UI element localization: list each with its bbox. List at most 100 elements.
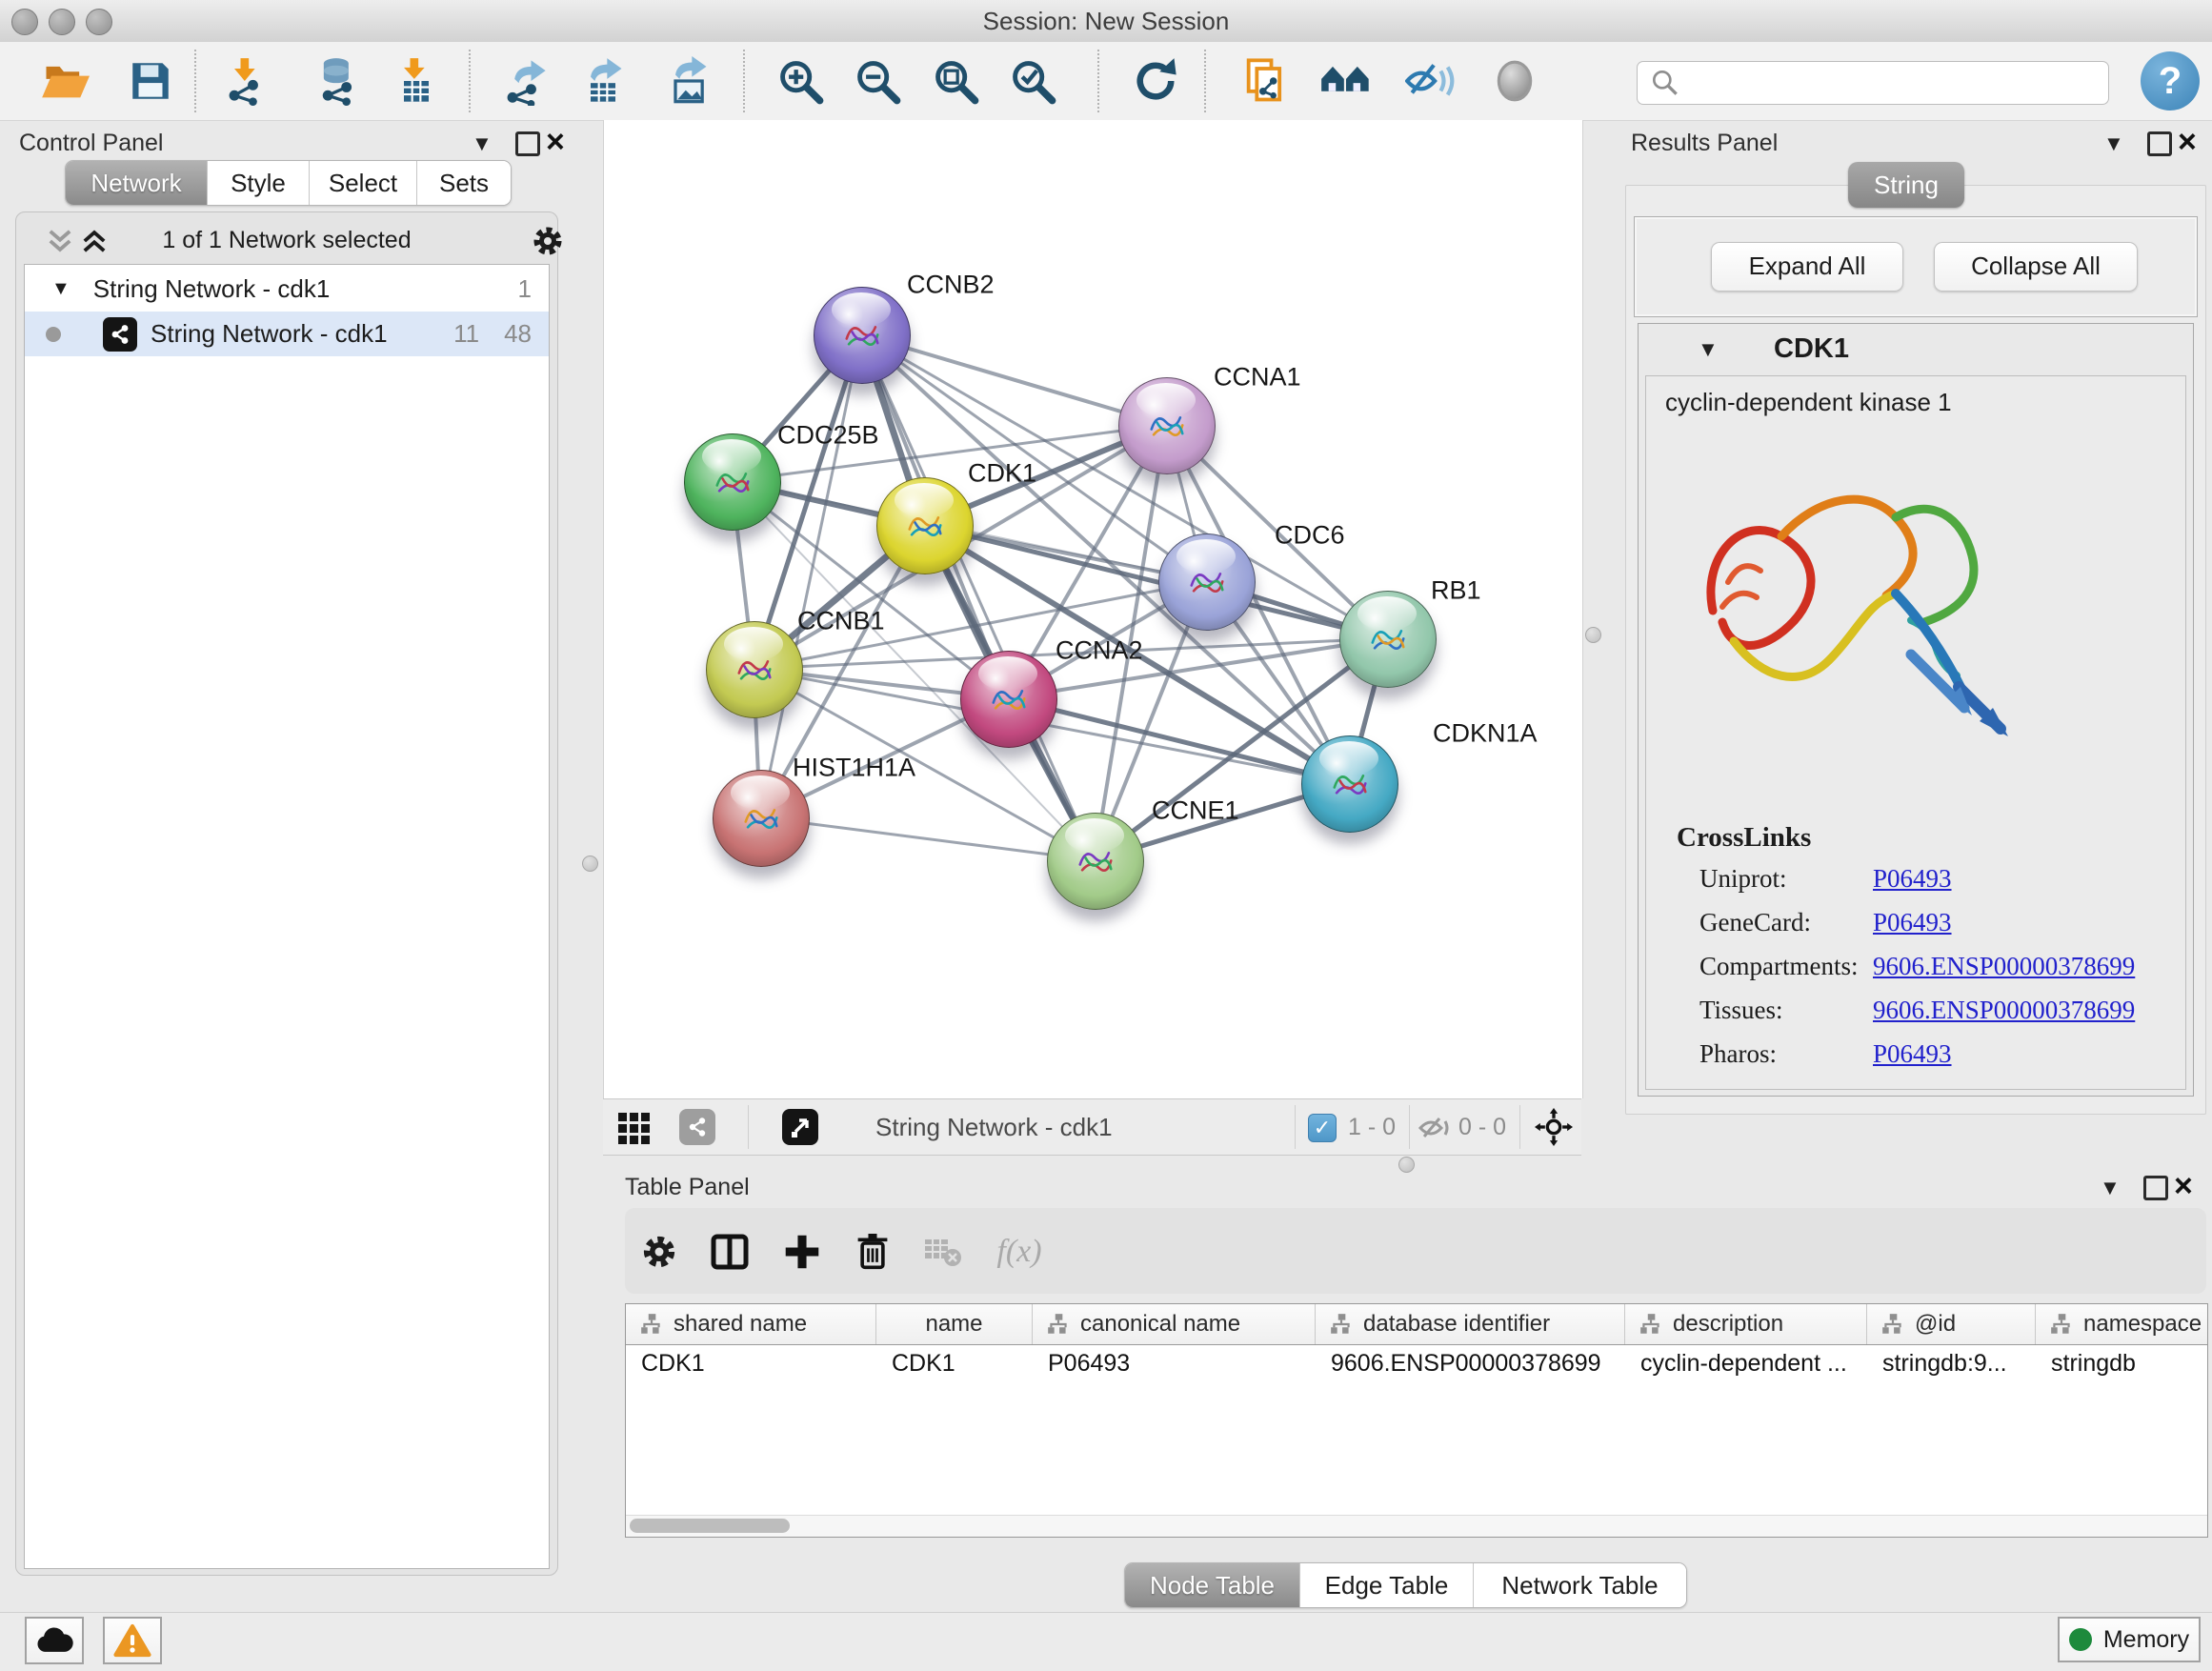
table-settings-button[interactable] xyxy=(633,1230,686,1274)
collapse-panel-icon[interactable]: ▼ xyxy=(2100,1174,2121,1202)
node-label-cdc6: CDC6 xyxy=(1275,521,1345,551)
float-panel-icon[interactable] xyxy=(2143,1176,2168,1200)
expand-all-button[interactable]: Expand All xyxy=(1711,242,1903,292)
network-node-rb1[interactable] xyxy=(1339,591,1437,688)
network-node-ccna1[interactable] xyxy=(1118,377,1216,474)
memory-status-button[interactable]: Memory xyxy=(2058,1617,2201,1662)
tab-network-table[interactable]: Network Table xyxy=(1474,1563,1686,1607)
tab-network[interactable]: Network xyxy=(66,161,208,205)
show-columns-button[interactable] xyxy=(703,1230,756,1274)
birds-eye-view-button[interactable] xyxy=(782,1109,818,1145)
columns-icon xyxy=(710,1232,750,1272)
zoom-selected-button[interactable] xyxy=(1002,50,1063,111)
titlebar: Session: New Session xyxy=(0,0,2212,43)
network-node-cdc25b[interactable] xyxy=(684,433,781,531)
collapse-panel-icon[interactable]: ▼ xyxy=(2103,130,2124,158)
column-header-id[interactable]: @id xyxy=(1867,1304,2036,1344)
tab-edge-table[interactable]: Edge Table xyxy=(1300,1563,1474,1607)
network-canvas[interactable]: CCNB2CCNA1CDC25BCDK1CDC6RB1CCNB1CCNA2CDK… xyxy=(603,120,1583,1098)
hidden-eye-slash-icon[interactable] xyxy=(1418,1115,1451,1141)
selected-checkbox[interactable]: ✓ xyxy=(1308,1114,1337,1142)
warnings-button[interactable] xyxy=(103,1617,162,1664)
save-session-button[interactable] xyxy=(120,50,181,111)
string-results-tab[interactable]: String xyxy=(1848,162,1964,208)
network-node-cdk1[interactable] xyxy=(876,477,974,574)
search-field[interactable] xyxy=(1637,61,2109,105)
column-header-name[interactable]: name xyxy=(876,1304,1033,1344)
close-panel-icon[interactable]: × xyxy=(2174,1172,2193,1200)
delete-column-button[interactable] xyxy=(846,1230,899,1274)
network-node-cdc6[interactable] xyxy=(1158,534,1256,631)
tab-sets[interactable]: Sets xyxy=(417,161,511,205)
left-splitter-handle[interactable] xyxy=(582,856,598,872)
crosslink-compartments-link[interactable]: 9606.ENSP00000378699 xyxy=(1873,952,2135,981)
create-column-button[interactable] xyxy=(775,1230,829,1274)
cell-name: CDK1 xyxy=(876,1344,1033,1382)
tab-select[interactable]: Select xyxy=(310,161,417,205)
float-panel-icon[interactable] xyxy=(515,131,540,156)
toolbar-separator xyxy=(194,50,196,112)
zoom-out-button[interactable] xyxy=(847,50,908,111)
crosslink-uniprot-link[interactable]: P06493 xyxy=(1873,864,1952,894)
node-label-ccnb2: CCNB2 xyxy=(907,271,995,300)
node-table: shared name name canonical name database… xyxy=(625,1303,2208,1538)
network-share-view-button[interactable] xyxy=(679,1109,715,1145)
hide-selected-button[interactable] xyxy=(1400,50,1461,111)
protein-structure-thumb xyxy=(1068,834,1123,889)
tab-style[interactable]: Style xyxy=(208,161,310,205)
scrollbar-thumb[interactable] xyxy=(630,1519,790,1533)
close-panel-icon[interactable]: × xyxy=(546,128,565,156)
help-button[interactable]: ? xyxy=(2141,51,2200,111)
network-row-selected[interactable]: String Network - cdk1 11 48 xyxy=(25,312,549,356)
network-node-hist1h1a[interactable] xyxy=(713,770,810,867)
entry-collapse-icon[interactable]: ▼ xyxy=(1698,337,1719,362)
close-panel-icon[interactable]: × xyxy=(2178,128,2197,156)
open-session-button[interactable] xyxy=(34,50,95,111)
move-crosshair-icon[interactable] xyxy=(1535,1108,1573,1146)
crosslink-label: Pharos: xyxy=(1699,1039,1777,1069)
search-input[interactable] xyxy=(1689,64,2108,102)
crosslink-pharos-link[interactable]: P06493 xyxy=(1873,1039,1952,1069)
float-panel-icon[interactable] xyxy=(2147,131,2172,156)
network-node-cdkn1a[interactable] xyxy=(1301,735,1398,833)
tab-node-table[interactable]: Node Table xyxy=(1125,1563,1300,1607)
right-splitter-handle[interactable] xyxy=(1585,627,1601,643)
control-panel-tabs: Network Style Select Sets xyxy=(65,160,512,206)
table-type-tabs: Node Table Edge Table Network Table xyxy=(1124,1562,1687,1608)
network-collection-row[interactable]: ▼ String Network - cdk1 1 xyxy=(25,267,549,312)
collapse-panel-icon[interactable]: ▼ xyxy=(472,130,493,158)
import-network-database-button[interactable] xyxy=(308,50,369,111)
gear-icon[interactable] xyxy=(531,224,565,258)
import-table-file-button[interactable] xyxy=(386,50,447,111)
network-node-ccne1[interactable] xyxy=(1047,813,1144,910)
column-header-description[interactable]: description xyxy=(1625,1304,1867,1344)
grid-view-button[interactable] xyxy=(616,1109,653,1145)
first-neighbors-button[interactable] xyxy=(1316,50,1377,111)
export-table-button[interactable] xyxy=(573,50,633,111)
crosslink-label: Compartments: xyxy=(1699,952,1858,981)
export-image-button[interactable] xyxy=(657,50,718,111)
export-network-button[interactable] xyxy=(494,50,555,111)
import-network-file-button[interactable] xyxy=(216,50,277,111)
network-view-toolbar: String Network - cdk1 ✓ 1 - 0 0 - 0 xyxy=(603,1098,1581,1156)
column-header-shared-name[interactable]: shared name xyxy=(626,1304,876,1344)
collapse-all-button[interactable]: Collapse All xyxy=(1934,242,2138,292)
zoom-in-button[interactable] xyxy=(770,50,831,111)
crosslink-genecard-link[interactable]: P06493 xyxy=(1873,908,1952,937)
clone-network-button[interactable] xyxy=(1235,50,1296,111)
column-header-namespace[interactable]: namespace xyxy=(2036,1304,2208,1344)
show-all-button[interactable] xyxy=(1484,50,1545,111)
zoom-fit-button[interactable] xyxy=(925,50,986,111)
crosslink-tissues-link[interactable]: 9606.ENSP00000378699 xyxy=(1873,996,2135,1025)
refresh-button[interactable] xyxy=(1125,50,1186,111)
network-node-ccnb2[interactable] xyxy=(814,287,911,384)
horizontal-scrollbar[interactable] xyxy=(626,1515,2207,1537)
column-header-canonical-name[interactable]: canonical name xyxy=(1033,1304,1316,1344)
current-network-name: String Network - cdk1 xyxy=(875,1099,1113,1155)
column-header-database-identifier[interactable]: database identifier xyxy=(1316,1304,1625,1344)
table-row[interactable]: CDK1 CDK1 P06493 9606.ENSP00000378699 cy… xyxy=(626,1344,2208,1382)
collection-expand-icon[interactable]: ▼ xyxy=(51,278,70,300)
cloud-status-button[interactable] xyxy=(25,1617,84,1664)
network-node-ccna2[interactable] xyxy=(960,651,1057,748)
network-node-ccnb1[interactable] xyxy=(706,621,803,718)
